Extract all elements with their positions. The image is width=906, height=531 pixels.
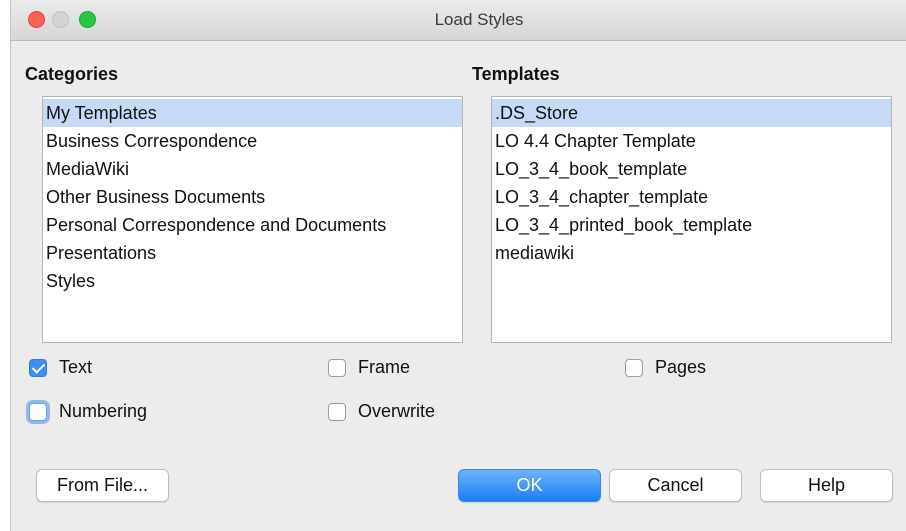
templates-list[interactable]: .DS_Store LO 4.4 Chapter Template LO_3_4… (491, 96, 892, 343)
category-item[interactable]: MediaWiki (43, 155, 462, 183)
ok-button[interactable]: OK (458, 469, 601, 502)
text-checkbox[interactable]: Text (29, 357, 92, 378)
overwrite-checkbox-label: Overwrite (358, 401, 436, 421)
title-bar: Load Styles (11, 0, 906, 41)
help-button[interactable]: Help (760, 469, 893, 502)
overwrite-checkbox[interactable]: Overwrite (328, 401, 435, 422)
frame-checkbox-label: Frame (358, 357, 411, 377)
checkbox-empty-icon[interactable] (625, 358, 643, 377)
template-item[interactable]: LO_3_4_printed_book_template (492, 211, 891, 239)
text-checkbox-label: Text (59, 357, 93, 377)
pages-checkbox-label: Pages (655, 357, 707, 377)
template-item[interactable]: .DS_Store (492, 99, 891, 127)
checkbox-empty-icon[interactable] (328, 402, 346, 421)
category-item[interactable]: Other Business Documents (43, 183, 462, 211)
numbering-checkbox-label: Numbering (59, 401, 148, 421)
category-item[interactable]: Personal Correspondence and Documents (43, 211, 462, 239)
category-item[interactable]: Presentations (43, 239, 462, 267)
template-item[interactable]: LO 4.4 Chapter Template (492, 127, 891, 155)
checkmark-icon[interactable] (29, 358, 47, 377)
categories-heading: Categories (25, 64, 119, 84)
from-file-button[interactable]: From File... (36, 469, 169, 502)
category-item[interactable]: My Templates (43, 99, 462, 127)
numbering-checkbox[interactable]: Numbering (29, 401, 147, 422)
template-item[interactable]: mediawiki (492, 239, 891, 267)
category-item[interactable]: Business Correspondence (43, 127, 462, 155)
frame-checkbox[interactable]: Frame (328, 357, 410, 378)
template-item[interactable]: LO_3_4_chapter_template (492, 183, 891, 211)
checkbox-empty-icon[interactable] (29, 402, 47, 421)
cancel-button[interactable]: Cancel (609, 469, 742, 502)
checkbox-empty-icon[interactable] (328, 358, 346, 377)
template-item[interactable]: LO_3_4_book_template (492, 155, 891, 183)
window-title: Load Styles (434, 10, 524, 29)
templates-heading: Templates (472, 64, 560, 84)
load-styles-dialog: Load Styles Categories My Templates Busi… (10, 0, 906, 531)
categories-list[interactable]: My Templates Business Correspondence Med… (42, 96, 463, 343)
category-item[interactable]: Styles (43, 267, 462, 295)
pages-checkbox[interactable]: Pages (625, 357, 706, 378)
